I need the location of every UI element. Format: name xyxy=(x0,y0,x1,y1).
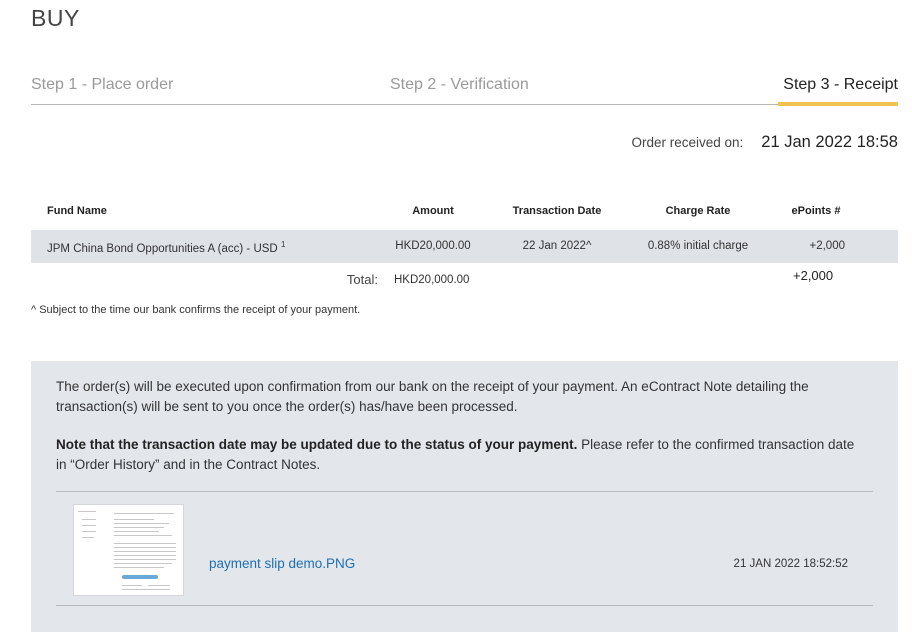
amount-cell: HKD20,000.00 xyxy=(395,240,471,252)
total-amount: HKD20,000.00 xyxy=(394,274,470,286)
transaction-date-cell: 22 Jan 2022^ xyxy=(522,240,592,252)
fund-footnote-ref: 1 xyxy=(280,240,286,249)
fund-name: JPM China Bond Opportunities A (acc) - U… xyxy=(47,242,278,255)
page-title: BUY xyxy=(31,5,80,31)
header-transaction-date: Transaction Date xyxy=(512,205,602,217)
table-row: JPM China Bond Opportunities A (acc) - U… xyxy=(31,230,898,263)
header-epoints: ePoints # xyxy=(791,205,841,217)
execution-notice: The order(s) will be executed upon confi… xyxy=(56,379,809,414)
total-label: Total: xyxy=(346,272,378,287)
transaction-date-notice: Note that the transaction date may be up… xyxy=(56,435,866,475)
fund-name-cell: JPM China Bond Opportunities A (acc) - U… xyxy=(47,240,285,255)
transaction-date-notice-bold: Note that the transaction date may be up… xyxy=(56,437,578,452)
header-fund-name: Fund Name xyxy=(47,205,107,217)
info-panel: The order(s) will be executed upon confi… xyxy=(31,361,898,632)
total-row: Total: HKD20,000.00 +2,000 xyxy=(31,267,898,295)
total-epoints: +2,000 xyxy=(793,268,834,283)
payment-slip-link[interactable]: payment slip demo.PNG xyxy=(209,556,355,571)
divider xyxy=(56,491,873,492)
order-received: Order received on: 21 Jan 2022 18:58 xyxy=(631,133,898,152)
table-header: Fund Name Amount Transaction Date Charge… xyxy=(31,200,898,230)
upload-timestamp: 21 JAN 2022 18:52:52 xyxy=(733,558,848,570)
charge-rate-cell: 0.88% initial charge xyxy=(647,240,749,252)
header-amount: Amount xyxy=(412,205,454,217)
fund-table: Fund Name Amount Transaction Date Charge… xyxy=(31,200,898,263)
step-3-receipt: Step 3 - Receipt xyxy=(783,76,898,93)
payment-footnote: ^ Subject to the time our bank confirms … xyxy=(31,304,361,316)
payment-slip-thumbnail[interactable] xyxy=(73,504,184,596)
step-1-place-order: Step 1 - Place order xyxy=(31,76,174,93)
active-step-underline xyxy=(778,102,898,106)
order-received-value: 21 Jan 2022 18:58 xyxy=(761,133,898,151)
order-received-label: Order received on: xyxy=(631,135,744,150)
epoints-cell: +2,000 xyxy=(809,240,846,252)
step-indicator: Step 1 - Place order Step 2 - Verificati… xyxy=(31,72,898,106)
header-charge-rate: Charge Rate xyxy=(665,205,731,217)
step-2-verification: Step 2 - Verification xyxy=(390,76,529,93)
divider xyxy=(56,605,873,606)
